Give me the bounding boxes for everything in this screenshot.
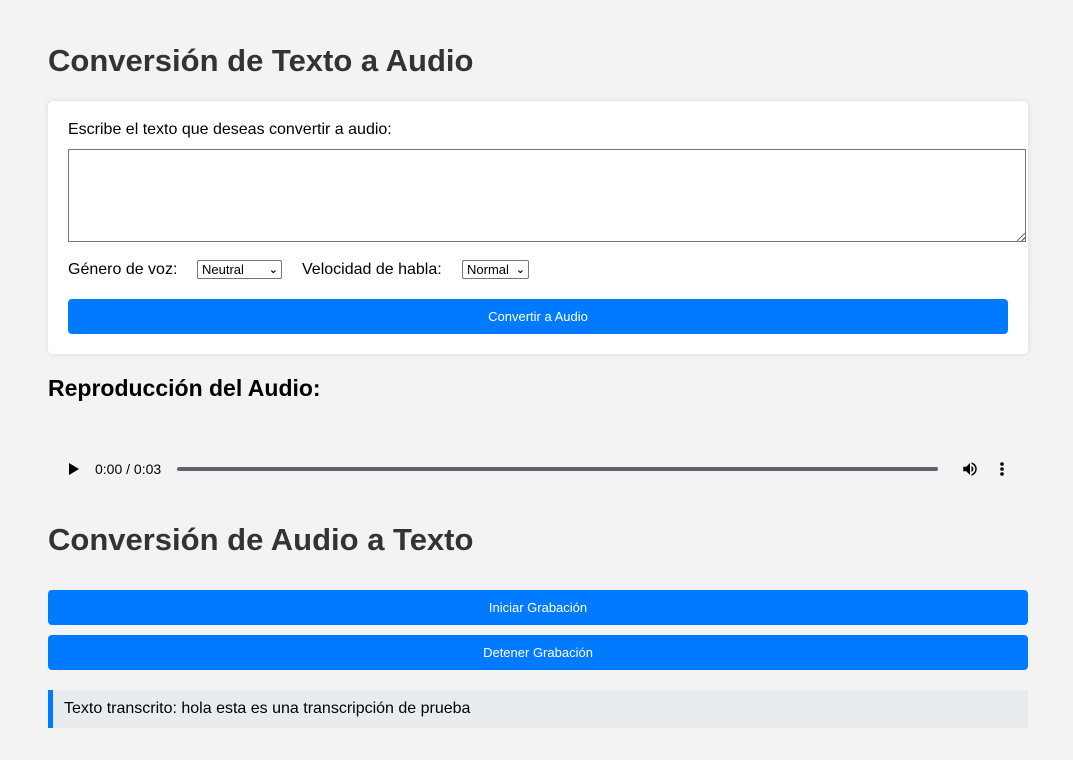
voice-gender-label: Género de voz:	[68, 261, 178, 278]
chevron-down-icon: ⌄	[515, 264, 525, 276]
speech-rate-label: Velocidad de habla:	[302, 261, 442, 278]
transcription-result: Texto transcrito: hola esta es una trans…	[48, 690, 1028, 728]
stop-recording-button[interactable]: Detener Grabación	[48, 635, 1028, 670]
text-input-label: Escribe el texto que deseas convertir a …	[68, 121, 392, 138]
playback-title: Reproducción del Audio:	[48, 375, 321, 401]
text-to-audio-title: Conversión de Texto a Audio	[48, 43, 474, 78]
speech-rate-select[interactable]: Normal ⌄	[462, 260, 529, 279]
text-to-audio-card: Escribe el texto que deseas convertir a …	[48, 101, 1028, 354]
convert-to-audio-button[interactable]: Convertir a Audio	[68, 299, 1008, 334]
progress-track[interactable]	[177, 467, 938, 471]
voice-gender-value: Neutral	[202, 262, 244, 277]
chevron-down-icon: ⌄	[268, 264, 278, 276]
time-display: 0:00 / 0:03	[95, 461, 162, 477]
play-icon[interactable]	[69, 463, 79, 475]
start-recording-button[interactable]: Iniciar Grabación	[48, 590, 1028, 625]
resize-handle-icon[interactable]	[1017, 233, 1025, 241]
volume-icon[interactable]	[961, 460, 979, 478]
text-input[interactable]	[68, 149, 1026, 242]
voice-gender-select[interactable]: Neutral ⌄	[197, 260, 282, 279]
audio-player: 0:00 / 0:03	[48, 445, 1028, 493]
speech-rate-value: Normal	[467, 262, 509, 277]
more-vert-icon[interactable]	[996, 460, 1008, 478]
audio-to-text-title: Conversión de Audio a Texto	[48, 522, 474, 557]
